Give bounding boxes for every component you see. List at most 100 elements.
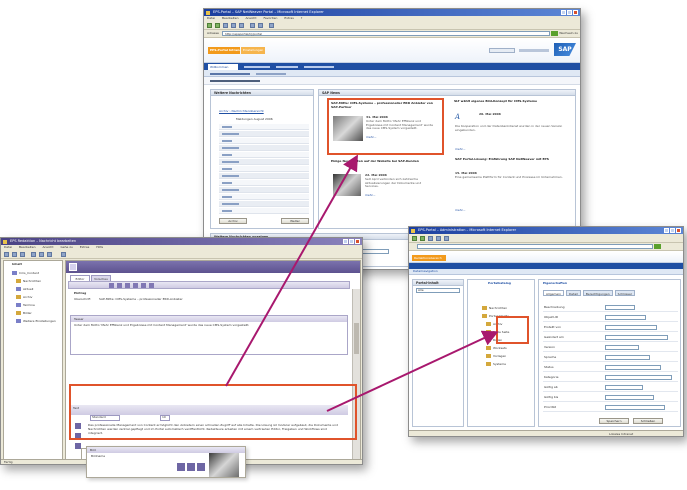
admin-form-input[interactable] — [605, 314, 646, 320]
admin-left-select[interactable]: Alle — [416, 288, 460, 293]
stop-icon[interactable] — [223, 22, 228, 28]
row-link[interactable] — [222, 126, 232, 128]
image-icon[interactable] — [133, 283, 138, 288]
row-link[interactable] — [222, 140, 232, 142]
row-link[interactable] — [222, 203, 239, 205]
new-icon[interactable] — [4, 251, 9, 257]
archive-button[interactable]: Archiv — [219, 218, 247, 224]
news-2-headline[interactable]: Einige Neuigkeiten auf der Website bei S… — [331, 160, 435, 171]
header-link[interactable] — [519, 49, 549, 52]
close-icon[interactable] — [676, 228, 681, 233]
left-portlet-row[interactable] — [219, 138, 309, 144]
row-link[interactable] — [222, 210, 232, 212]
news-2-more[interactable]: mehr... — [365, 194, 395, 198]
left-portlet-link[interactable]: Archiv › Nachrichtenübersicht — [219, 110, 309, 114]
tree-item[interactable]: Cms_Content — [6, 269, 62, 277]
admin-form-input[interactable] — [605, 344, 639, 350]
nav-tab[interactable] — [304, 65, 334, 68]
menu-help[interactable]: Hilfe — [96, 245, 103, 249]
save-button[interactable]: Speichern — [599, 418, 629, 424]
admin-form-tab[interactable]: Allgemein — [543, 290, 564, 296]
header-tab-portal[interactable]: EPS-Portal Intranet — [208, 47, 240, 54]
admin-form-input[interactable] — [605, 374, 672, 380]
image-upload-icon[interactable] — [177, 463, 185, 471]
menu-tools[interactable]: Extras — [80, 245, 89, 249]
admin-form-tab[interactable]: Berechtigungen — [582, 290, 613, 296]
go-button[interactable] — [654, 244, 661, 249]
admin-form-input[interactable] — [605, 334, 668, 340]
next-button[interactable]: Weiter — [281, 218, 309, 224]
copy-icon[interactable] — [39, 251, 44, 257]
italic-icon[interactable] — [117, 283, 122, 288]
menu-view[interactable]: Ansicht — [42, 245, 53, 249]
minimize-icon[interactable] — [664, 228, 669, 233]
left-portlet-row[interactable] — [219, 173, 309, 179]
home-icon[interactable] — [239, 22, 244, 28]
title-value[interactable]: SAP-Mitte: CMS-Systeme – professioneller… — [99, 298, 269, 302]
left-portlet-row[interactable] — [219, 194, 309, 200]
bold-icon[interactable] — [109, 283, 114, 288]
refresh-icon[interactable] — [231, 22, 236, 28]
menu-help[interactable]: ? — [301, 16, 303, 20]
admin-form-input[interactable] — [605, 364, 661, 370]
menu-view[interactable]: Ansicht — [245, 16, 256, 20]
go-button[interactable] — [551, 31, 558, 36]
go-label[interactable]: Wechseln zu — [559, 30, 578, 36]
tree-item[interactable]: Termine — [6, 301, 62, 309]
close-button[interactable]: Schließen — [633, 418, 663, 424]
left-portlet-row[interactable] — [219, 208, 309, 214]
admin-tree-item[interactable]: Worksets — [480, 344, 534, 352]
undo-icon[interactable] — [149, 283, 154, 288]
tree-item[interactable]: Nachrichten — [6, 277, 62, 285]
left-portlet-row[interactable] — [219, 166, 309, 172]
admin-tree-item[interactable]: Nachrichten — [480, 304, 534, 312]
minimize-icon[interactable] — [343, 239, 348, 244]
table-icon[interactable] — [141, 283, 146, 288]
left-portlet-row[interactable] — [219, 180, 309, 186]
row-link[interactable] — [222, 133, 239, 135]
admin-tree-item[interactable]: Vorlagen — [480, 352, 534, 360]
refresh-icon[interactable] — [61, 251, 66, 257]
admin-form-input[interactable] — [605, 304, 635, 310]
address-input[interactable]: http://epsportal/irj/portal — [222, 31, 550, 36]
cut-icon[interactable] — [31, 251, 36, 257]
admin-crumb[interactable]: Detailnavigation — [413, 270, 463, 274]
tree-item[interactable]: Bilder — [6, 309, 62, 317]
close-icon[interactable] — [573, 10, 578, 15]
admin-tree-item[interactable]: Systeme — [480, 360, 534, 368]
row-link[interactable] — [222, 196, 232, 198]
row-link[interactable] — [222, 175, 239, 177]
maximize-icon[interactable] — [567, 10, 572, 15]
admin-form-input[interactable] — [605, 394, 654, 400]
admin-form-input[interactable] — [605, 384, 643, 390]
menu-edit[interactable]: Bearbeiten — [222, 16, 238, 20]
stop-icon[interactable] — [428, 235, 433, 241]
left-portlet-row[interactable] — [219, 201, 309, 207]
news-3-more[interactable]: mehr... — [455, 148, 485, 152]
menu-edit[interactable]: Bearbeiten — [19, 245, 35, 249]
refresh-icon[interactable] — [436, 235, 441, 241]
nav-tab[interactable] — [276, 65, 298, 68]
header-tab-settings[interactable]: Einstellungen — [241, 47, 265, 54]
nav-tab[interactable] — [244, 65, 270, 68]
back-icon[interactable] — [207, 22, 212, 28]
menu-file[interactable]: Datei — [207, 16, 215, 20]
header-search-field[interactable] — [489, 48, 515, 53]
menu-tools[interactable]: Extras — [284, 16, 293, 20]
left-portlet-row[interactable] — [219, 124, 309, 130]
maximize-icon[interactable] — [349, 239, 354, 244]
admin-header-tab[interactable]: Redaktionsbereich — [412, 255, 446, 261]
row-link[interactable] — [222, 189, 239, 191]
open-icon[interactable] — [12, 251, 17, 257]
row-link[interactable] — [222, 147, 239, 149]
row-link[interactable] — [222, 182, 232, 184]
detail-nav-link[interactable] — [256, 72, 286, 75]
maximize-icon[interactable] — [670, 228, 675, 233]
menu-file[interactable]: Datei — [4, 245, 12, 249]
search-icon[interactable] — [250, 22, 255, 28]
detail-nav-link[interactable] — [210, 72, 250, 75]
news-3-headline[interactable]: SLT wählt eigenes Bild-Konzept für CMS-S… — [454, 100, 569, 108]
back-icon[interactable] — [412, 235, 417, 241]
forward-icon[interactable] — [215, 22, 220, 28]
home-icon[interactable] — [444, 235, 449, 241]
